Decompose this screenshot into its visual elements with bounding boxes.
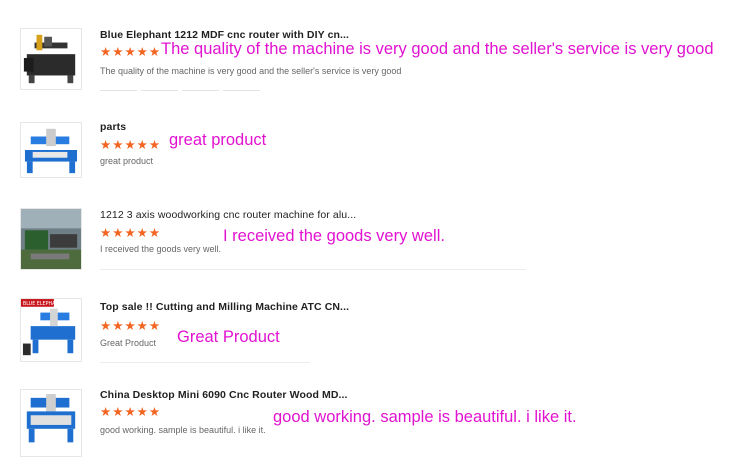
factory-photo-icon	[21, 209, 81, 269]
product-thumbnail[interactable]	[20, 389, 82, 457]
review-image-strip	[100, 90, 260, 91]
product-thumbnail[interactable]	[20, 208, 82, 270]
star-icon: ★	[136, 226, 148, 240]
star-icon: ★	[148, 45, 161, 59]
review-text: Great Product	[100, 338, 157, 348]
cnc-router-icon	[24, 128, 78, 174]
review-item: 1212 3 axis woodworking cnc router machi…	[0, 200, 750, 280]
review-item: parts ★ ★ ★ ★ ★ great product great prod…	[0, 100, 750, 200]
review-item: BLUE ELEPHANT Top sale !! Cutting and Mi…	[0, 280, 750, 375]
product-title[interactable]: parts	[100, 121, 126, 133]
star-icon: ★	[112, 319, 124, 333]
product-title[interactable]: Top sale !! Cutting and Milling Machine …	[100, 301, 349, 313]
cnc-machine-icon	[23, 34, 76, 84]
review-divider	[100, 362, 310, 363]
star-icon: ★	[136, 45, 148, 59]
blue-elephant-machine-icon: BLUE ELEPHANT	[21, 299, 76, 356]
star-icon: ★	[112, 45, 124, 59]
star-icon: ★	[112, 138, 124, 152]
star-icon: ★	[112, 405, 124, 419]
star-icon: ★	[148, 138, 161, 152]
star-icon: ★	[100, 405, 112, 419]
star-rating: ★ ★ ★ ★ ★	[100, 226, 161, 240]
star-rating: ★ ★ ★ ★ ★	[100, 138, 161, 152]
star-icon: ★	[124, 45, 136, 59]
star-icon: ★	[136, 405, 148, 419]
review-comment-annotation: good working. sample is beautiful. i lik…	[273, 408, 577, 426]
star-icon: ★	[148, 226, 161, 240]
review-item: Blue Elephant 1212 MDF cnc router with D…	[0, 0, 750, 100]
product-title[interactable]: 1212 3 axis woodworking cnc router machi…	[100, 209, 356, 221]
star-icon: ★	[148, 405, 161, 419]
star-icon: ★	[100, 319, 112, 333]
star-icon: ★	[124, 138, 136, 152]
star-icon: ★	[124, 226, 136, 240]
svg-text:BLUE ELEPHANT: BLUE ELEPHANT	[23, 301, 62, 307]
product-title[interactable]: China Desktop Mini 6090 Cnc Router Wood …	[100, 389, 348, 401]
star-rating: ★ ★ ★ ★ ★	[100, 319, 161, 333]
star-icon: ★	[124, 405, 136, 419]
product-thumbnail[interactable]	[20, 122, 82, 178]
review-text: The quality of the machine is very good …	[100, 66, 402, 76]
star-icon: ★	[148, 319, 161, 333]
review-comment-annotation: The quality of the machine is very good …	[161, 40, 714, 58]
review-item: China Desktop Mini 6090 Cnc Router Wood …	[0, 375, 750, 460]
product-thumbnail[interactable]	[20, 28, 82, 90]
review-comment-annotation: Great Product	[177, 328, 280, 346]
review-comment-annotation: great product	[169, 131, 267, 149]
star-icon: ★	[100, 138, 112, 152]
review-text: I received the goods very well.	[100, 244, 222, 254]
desktop-cnc-icon	[26, 393, 76, 443]
star-rating: ★ ★ ★ ★ ★	[100, 45, 161, 59]
review-text: good working. sample is beautiful. i lik…	[100, 425, 266, 435]
star-rating: ★ ★ ★ ★ ★	[100, 405, 161, 419]
star-icon: ★	[136, 138, 148, 152]
star-icon: ★	[124, 319, 136, 333]
star-icon: ★	[112, 226, 124, 240]
review-text: great product	[100, 156, 154, 166]
star-icon: ★	[100, 226, 112, 240]
review-comment-annotation: I received the goods very well.	[223, 227, 445, 245]
star-icon: ★	[100, 45, 112, 59]
review-divider	[100, 269, 526, 270]
product-thumbnail[interactable]: BLUE ELEPHANT	[20, 298, 82, 362]
star-icon: ★	[136, 319, 148, 333]
